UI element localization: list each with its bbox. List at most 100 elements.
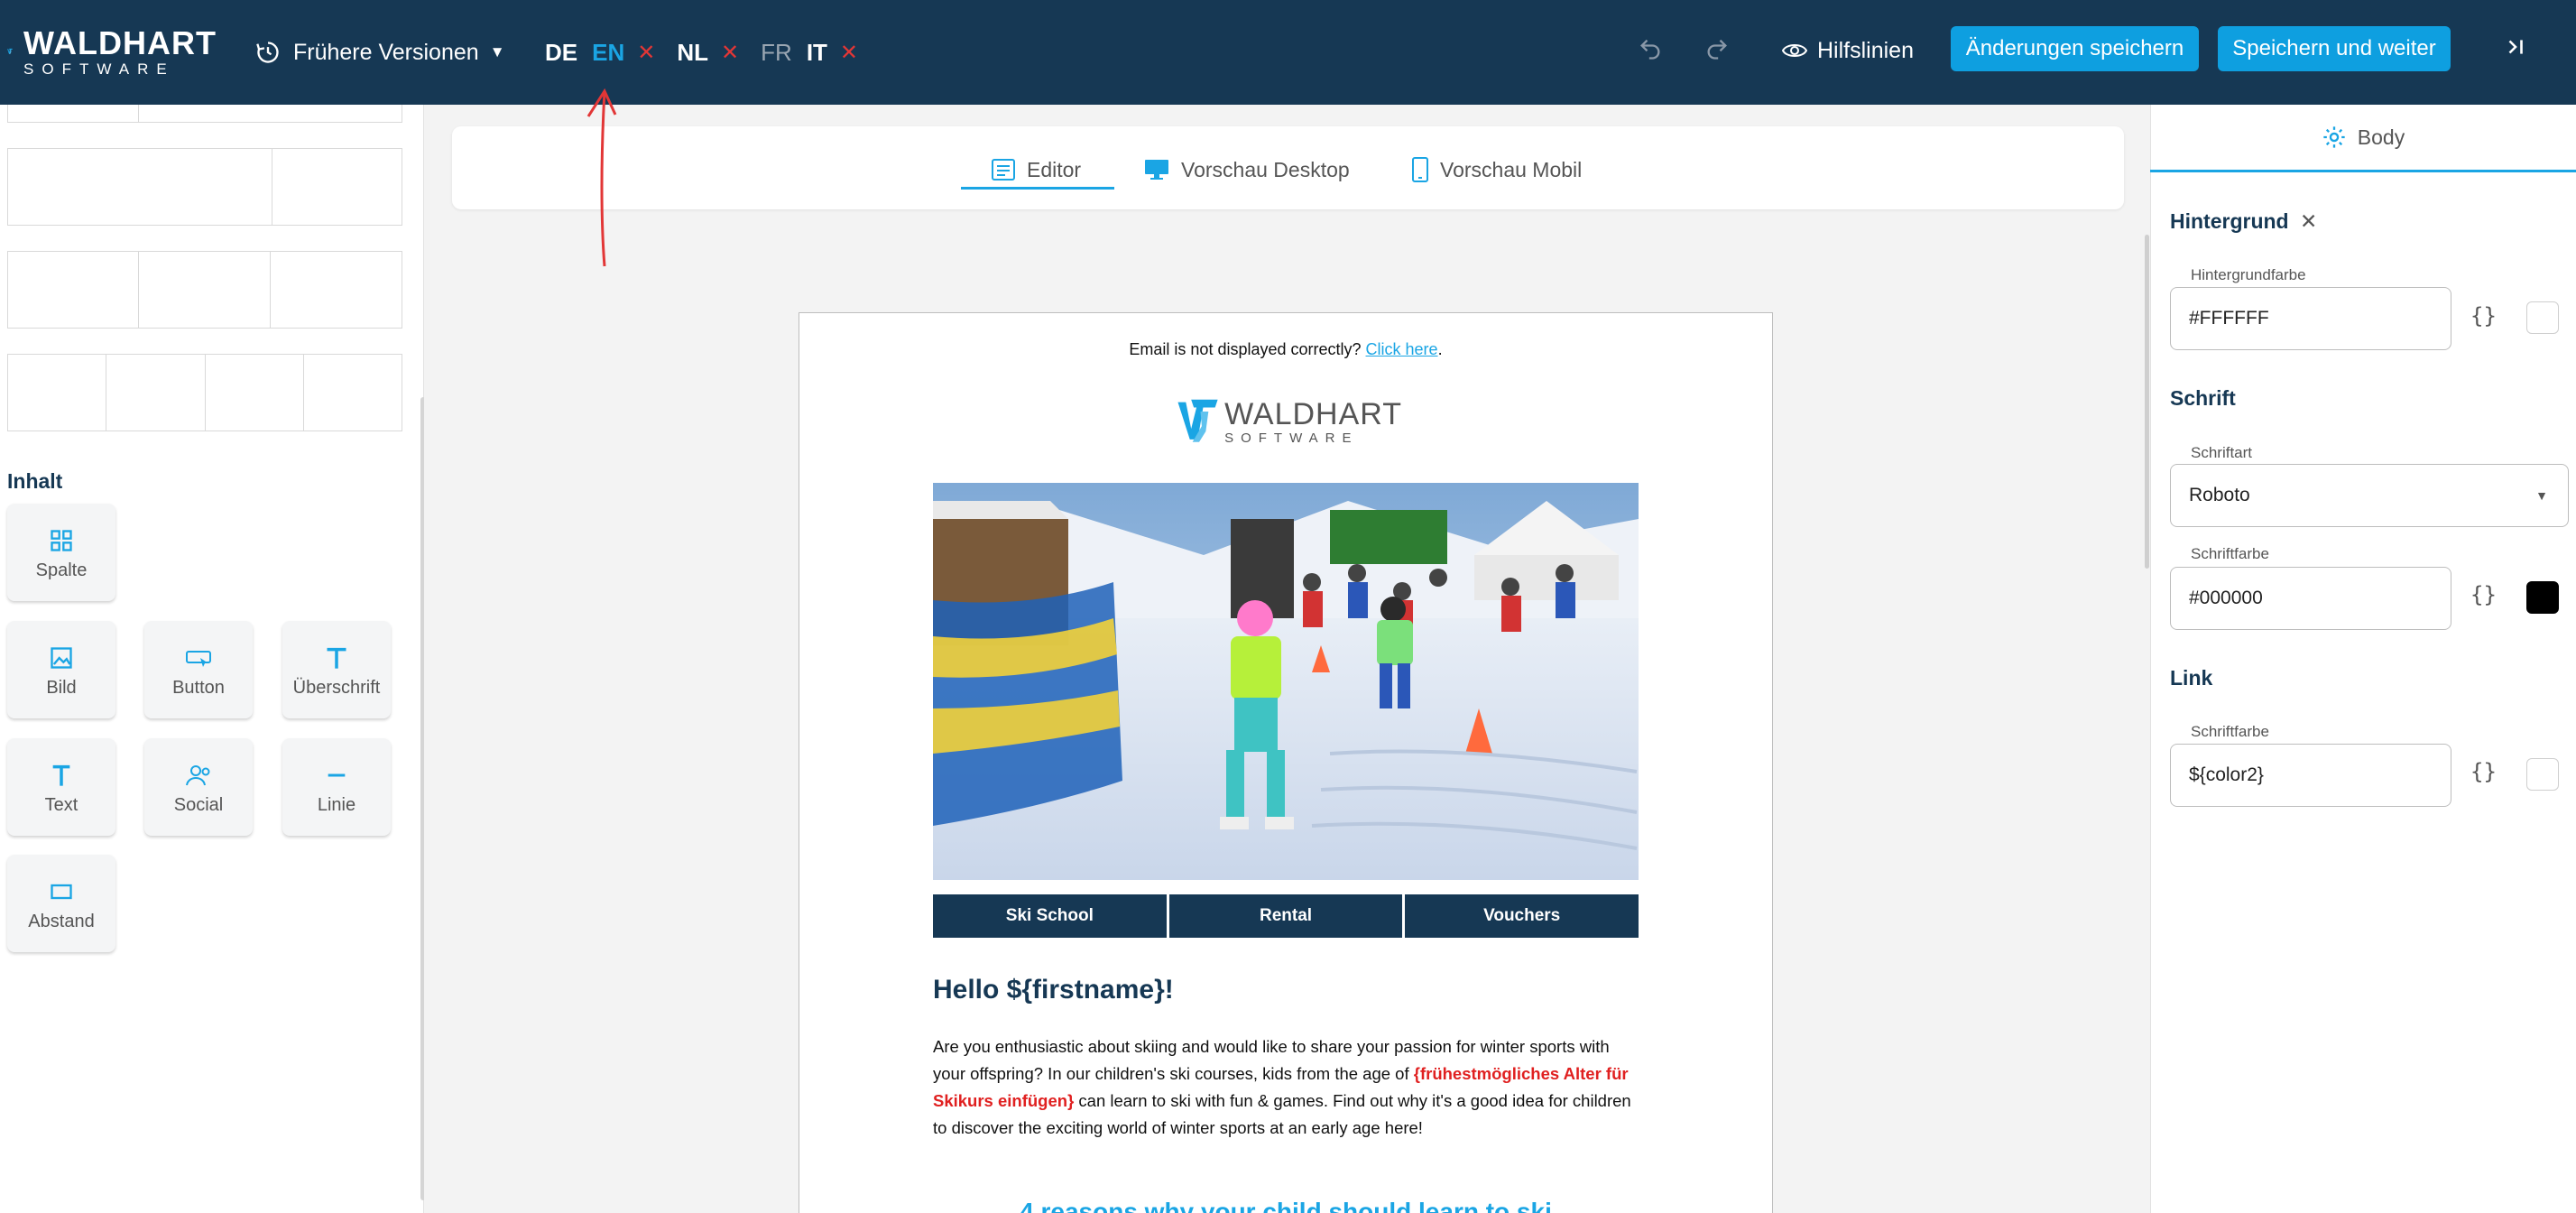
lang-it[interactable]: IT (807, 39, 827, 67)
undo-button[interactable] (1630, 29, 1670, 69)
tile-label: Button (172, 677, 225, 698)
lang-en[interactable]: EN (592, 39, 624, 67)
link-color-variable-icon[interactable]: {} (2470, 759, 2497, 784)
font-color-input[interactable]: #000000 (2170, 567, 2451, 630)
remove-lang-it-icon[interactable]: ✕ (840, 40, 858, 66)
remove-lang-nl-icon[interactable]: ✕ (721, 40, 739, 66)
tile-column[interactable]: Spalte (7, 504, 115, 601)
layout-row-4col[interactable] (7, 354, 402, 431)
tile-label: Linie (317, 794, 356, 815)
link-section-title: Link (2170, 666, 2213, 690)
tile-label: Social (173, 794, 224, 815)
language-switcher: DE EN ✕ NL ✕ FR IT ✕ (545, 32, 880, 72)
mobile-icon (1412, 157, 1428, 182)
lang-nl[interactable]: NL (677, 39, 708, 67)
layout-cell (7, 148, 272, 226)
tile-label: Abstand (28, 911, 95, 931)
tab-desktop-label: Vorschau Desktop (1181, 157, 1350, 181)
tile-spacer[interactable]: Abstand (7, 855, 115, 952)
layout-row-3col[interactable] (7, 251, 402, 329)
close-icon[interactable]: ✕ (2300, 209, 2317, 233)
bg-color-label: Hintergrundfarbe (2191, 266, 2306, 283)
collapse-panel-button[interactable] (2498, 29, 2534, 65)
layout-cell (139, 251, 271, 329)
save-changes-button[interactable]: Änderungen speichern (1951, 26, 2199, 71)
image-icon (51, 646, 72, 669)
link-color-input[interactable]: ${color2} (2170, 744, 2451, 807)
email-nav-ski-school[interactable]: Ski School (933, 894, 1167, 938)
font-color-swatch[interactable] (2526, 581, 2559, 614)
tab-body-label: Body (2357, 125, 2405, 149)
previous-versions-dropdown[interactable]: Frühere Versionen ▼ (255, 34, 505, 70)
layout-cell (272, 148, 402, 226)
eye-icon (1781, 44, 1808, 57)
font-family-value: Roboto (2189, 485, 2250, 505)
font-family-label: Schriftart (2191, 444, 2253, 461)
desktop-icon (1145, 160, 1168, 180)
tab-body[interactable]: Body (2150, 119, 2576, 155)
tab-editor-label: Editor (1027, 157, 1082, 181)
layout-cell (304, 354, 402, 431)
email-logo-wordmark: WALDHART SOFTWARE (1224, 399, 1402, 445)
tab-editor[interactable]: Editor (991, 152, 1081, 188)
email-notice-suffix: . (1437, 340, 1443, 358)
tile-text[interactable]: Text (7, 738, 115, 836)
email-click-here-link[interactable]: Click here (1366, 340, 1438, 358)
social-icon (186, 764, 210, 785)
email-hero-image[interactable] (933, 483, 1639, 880)
email-greeting[interactable]: Hello ${firstname}! (933, 975, 1174, 1005)
tile-image[interactable]: Bild (7, 621, 115, 718)
lang-de[interactable]: DE (545, 39, 577, 67)
redo-icon (1707, 39, 1727, 60)
email-body-text[interactable]: Are you enthusiastic about skiing and wo… (933, 1033, 1646, 1142)
email-preview[interactable]: Email is not displayed correctly? Click … (799, 312, 1773, 1213)
layout-row-1col-2[interactable] (7, 105, 402, 123)
background-title: Hintergrund (2170, 209, 2289, 233)
font-family-select[interactable]: Roboto ▼ (2170, 464, 2569, 527)
active-tab-indicator (961, 187, 1114, 190)
previous-versions-label: Frühere Versionen (293, 39, 479, 65)
email-subheading[interactable]: 4 reasons why your child should learn to… (933, 1198, 1639, 1213)
button-icon (186, 650, 211, 667)
font-color-variable-icon[interactable]: {} (2470, 582, 2497, 607)
bg-color-input[interactable]: #FFFFFF (2170, 287, 2451, 350)
email-logo-line-1: WALDHART (1224, 396, 1402, 431)
tile-social[interactable]: Social (144, 738, 253, 836)
link-color-swatch[interactable] (2526, 758, 2559, 791)
layout-cell (7, 105, 139, 123)
guides-toggle[interactable]: Hilfslinien (1781, 31, 1914, 70)
layout-row-2-1[interactable] (7, 148, 402, 226)
bg-color-variable-icon[interactable]: {} (2470, 303, 2497, 329)
annotation-arrow-icon (586, 88, 617, 267)
email-logo[interactable]: WALDHART SOFTWARE (1177, 385, 1402, 458)
tab-mobile-label: Vorschau Mobil (1440, 157, 1583, 181)
grid-icon (51, 529, 72, 551)
tile-label: Überschrift (292, 677, 381, 698)
email-nav-rental[interactable]: Rental (1168, 894, 1403, 938)
canvas-scrollbar[interactable] (2145, 235, 2149, 569)
bg-color-swatch[interactable] (2526, 301, 2559, 334)
view-tabs: Editor Vorschau Desktop Vorschau Mobil (452, 126, 2124, 209)
background-section-title: Hintergrund ✕ (2170, 209, 2317, 234)
spacer-icon (51, 884, 72, 899)
tile-heading[interactable]: Überschrift (282, 621, 391, 718)
logo-line-1: WALDHART (23, 23, 217, 61)
logo-line-2: SOFTWARE (23, 60, 175, 78)
tile-line[interactable]: Linie (282, 738, 391, 836)
layout-cell (206, 354, 304, 431)
lang-fr[interactable]: FR (761, 39, 792, 67)
editor-icon (992, 159, 1015, 181)
tab-desktop-preview[interactable]: Vorschau Desktop (1143, 152, 1350, 188)
tile-button[interactable]: Button (144, 621, 253, 718)
tab-mobile-preview[interactable]: Vorschau Mobil (1411, 152, 1582, 188)
redo-button[interactable] (1697, 29, 1737, 69)
remove-lang-en-icon[interactable]: ✕ (637, 40, 655, 66)
save-and-continue-button[interactable]: Speichern und weiter (2218, 26, 2451, 71)
layout-cell (139, 105, 402, 123)
chevron-down-icon: ▼ (489, 43, 505, 60)
layout-cell (271, 251, 402, 329)
email-nav-vouchers[interactable]: Vouchers (1405, 894, 1639, 938)
waldhart-logo[interactable]: WALDHART SOFTWARE (7, 18, 217, 85)
font-color-label: Schriftfarbe (2191, 545, 2269, 562)
email-notice-text: Email is not displayed correctly? (1129, 340, 1362, 358)
